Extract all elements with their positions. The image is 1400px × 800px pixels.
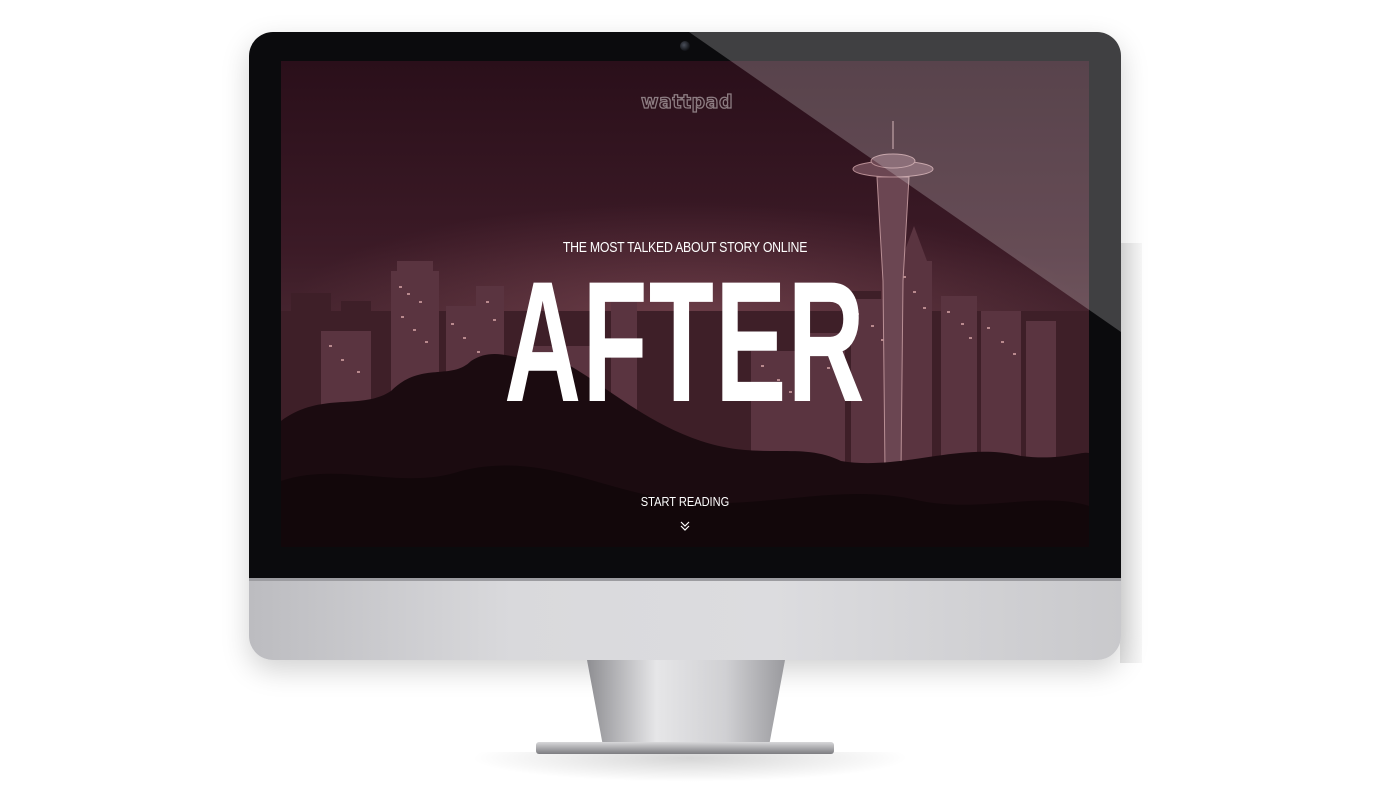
wattpad-logo[interactable]: wattpad — [640, 90, 733, 115]
start-reading-link[interactable]: START READING — [342, 494, 1029, 509]
hero-title: AFTER — [504, 246, 866, 438]
double-chevron-down-icon[interactable] — [678, 519, 692, 533]
monitor-chin — [249, 578, 1121, 660]
device-mockup-stage: wattpad THE MOST TALKED ABOUT STORY ONLI… — [0, 0, 1400, 800]
desktop-monitor: wattpad THE MOST TALKED ABOUT STORY ONLI… — [249, 32, 1121, 660]
backdrop-shadow — [1120, 243, 1142, 663]
monitor-stand-base — [536, 742, 834, 754]
monitor-stand-neck — [587, 660, 785, 746]
stand-shadow — [470, 752, 910, 782]
webcam-icon — [680, 41, 690, 51]
monitor-bezel: wattpad THE MOST TALKED ABOUT STORY ONLI… — [249, 32, 1121, 578]
monitor-screen: wattpad THE MOST TALKED ABOUT STORY ONLI… — [281, 61, 1089, 547]
